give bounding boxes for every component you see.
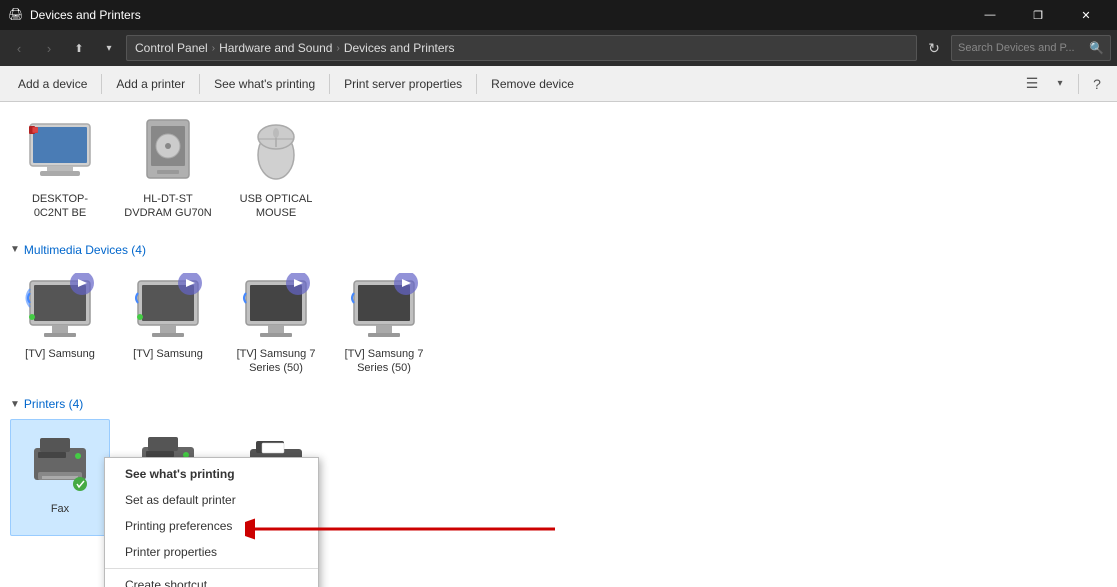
toolbar-separator-5 — [1078, 74, 1079, 94]
toolbar-separator-4 — [476, 74, 477, 94]
printers-chevron: ▼ — [10, 399, 20, 410]
tv-samsung-7-1-icon — [240, 271, 312, 343]
toolbar-separator-3 — [329, 74, 330, 94]
device-mouse[interactable]: USB OPTICAL MOUSE — [226, 110, 326, 227]
ctx-separator-1 — [105, 568, 318, 569]
printers-section-label: Printers (4) — [24, 397, 83, 411]
tv-samsung-7-1-label: [TV] Samsung 7 Series (50) — [232, 347, 320, 376]
dvd-label: HL-DT-ST DVDRAM GU70N — [124, 192, 212, 221]
breadcrumb-hardware-sound[interactable]: Hardware and Sound — [219, 41, 332, 55]
ctx-create-shortcut-label: Create shortcut — [125, 578, 207, 587]
close-button[interactable]: ✕ — [1063, 0, 1109, 30]
ctx-see-whats-printing[interactable]: See what's printing — [105, 461, 318, 487]
add-printer-button[interactable]: Add a printer — [106, 70, 195, 98]
title-bar: 🖨 Devices and Printers — ❐ ✕ — [0, 0, 1117, 30]
device-tv-samsung-7-1[interactable]: [TV] Samsung 7 Series (50) — [226, 265, 326, 382]
view-dropdown-button[interactable]: ▾ — [1048, 72, 1072, 96]
desktop-icon — [24, 116, 96, 188]
multimedia-section-label: Multimedia Devices (4) — [24, 243, 146, 257]
device-fax[interactable]: Fax — [10, 419, 110, 536]
tv-samsung-1-icon — [24, 271, 96, 343]
toolbar-right: ☰ ▾ ? — [1020, 72, 1109, 96]
title-bar-controls: — ❐ ✕ — [967, 0, 1109, 30]
main-content: DESKTOP-0C2NT BE HL-DT-ST DVDRAM GU70N — [0, 102, 1117, 587]
up-button[interactable]: ⬆ — [66, 35, 92, 61]
dropdown-button[interactable]: ▾ — [96, 35, 122, 61]
breadcrumb-control-panel[interactable]: Control Panel — [135, 41, 208, 55]
remove-device-button[interactable]: Remove device — [481, 70, 584, 98]
toolbar-separator-2 — [199, 74, 200, 94]
ctx-printing-preferences-label: Printing preferences — [125, 519, 232, 533]
tv-samsung-2-label: [TV] Samsung — [133, 347, 203, 361]
ctx-printing-preferences[interactable]: Printing preferences — [105, 513, 318, 539]
refresh-button[interactable]: ↻ — [921, 35, 947, 61]
tv-samsung-2-icon — [132, 271, 204, 343]
toolbar: Add a device Add a printer See what's pr… — [0, 66, 1117, 102]
view-toggle-button[interactable]: ☰ — [1020, 72, 1044, 96]
toolbar-separator-1 — [101, 74, 102, 94]
see-whats-printing-button[interactable]: See what's printing — [204, 70, 325, 98]
tv-samsung-7-2-label: [TV] Samsung 7 Series (50) — [340, 347, 428, 376]
printers-section-header[interactable]: ▼ Printers (4) — [0, 391, 1117, 415]
search-icon: 🔍 — [1089, 41, 1104, 55]
address-box[interactable]: Control Panel › Hardware and Sound › Dev… — [126, 35, 917, 61]
ctx-set-default[interactable]: Set as default printer — [105, 487, 318, 513]
mouse-label: USB OPTICAL MOUSE — [232, 192, 320, 221]
search-box[interactable]: Search Devices and P... 🔍 — [951, 35, 1111, 61]
tv-samsung-1-label: [TV] Samsung — [25, 347, 95, 361]
tv-samsung-7-2-icon — [348, 271, 420, 343]
top-devices-grid: DESKTOP-0C2NT BE HL-DT-ST DVDRAM GU70N — [0, 102, 1117, 237]
device-tv-samsung-1[interactable]: [TV] Samsung — [10, 265, 110, 382]
forward-button[interactable]: › — [36, 35, 62, 61]
desktop-label: DESKTOP-0C2NT BE — [16, 192, 104, 221]
ctx-printer-properties[interactable]: Printer properties — [105, 539, 318, 565]
restore-button[interactable]: ❐ — [1015, 0, 1061, 30]
ctx-see-whats-printing-label: See what's printing — [125, 467, 235, 481]
ctx-create-shortcut[interactable]: Create shortcut — [105, 572, 318, 587]
multimedia-chevron: ▼ — [10, 244, 20, 255]
search-placeholder: Search Devices and P... — [958, 42, 1075, 54]
multimedia-section-header[interactable]: ▼ Multimedia Devices (4) — [0, 237, 1117, 261]
mouse-icon — [240, 116, 312, 188]
ctx-set-default-label: Set as default printer — [125, 493, 236, 507]
fax-icon — [24, 426, 96, 498]
help-button[interactable]: ? — [1085, 72, 1109, 96]
multimedia-devices-grid: [TV] Samsung [TV] Samsung — [0, 261, 1117, 392]
device-tv-samsung-7-2[interactable]: [TV] Samsung 7 Series (50) — [334, 265, 434, 382]
address-bar: ‹ › ⬆ ▾ Control Panel › Hardware and Sou… — [0, 30, 1117, 66]
title-bar-icon: 🖨 — [8, 7, 24, 23]
context-menu: See what's printing Set as default print… — [104, 457, 319, 587]
device-tv-samsung-2[interactable]: [TV] Samsung — [118, 265, 218, 382]
print-server-properties-button[interactable]: Print server properties — [334, 70, 472, 98]
back-button[interactable]: ‹ — [6, 35, 32, 61]
device-dvd[interactable]: HL-DT-ST DVDRAM GU70N — [118, 110, 218, 227]
breadcrumb-devices-printers[interactable]: Devices and Printers — [344, 41, 455, 55]
title-bar-title: Devices and Printers — [30, 8, 967, 22]
dvd-icon — [132, 116, 204, 188]
minimize-button[interactable]: — — [967, 0, 1013, 30]
add-device-button[interactable]: Add a device — [8, 70, 97, 98]
device-desktop[interactable]: DESKTOP-0C2NT BE — [10, 110, 110, 227]
ctx-printer-properties-label: Printer properties — [125, 545, 217, 559]
fax-label: Fax — [51, 502, 69, 516]
